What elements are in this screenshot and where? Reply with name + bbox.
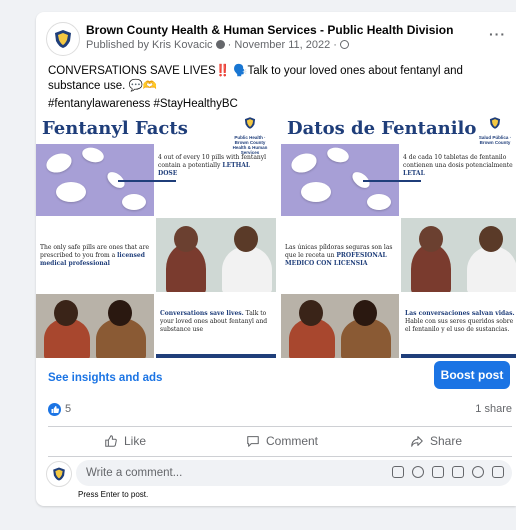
arrow-en xyxy=(118,180,176,182)
info-icon[interactable] xyxy=(215,40,225,49)
fentanyl-facts-en: Fentanyl Facts Public Health · Brown Cou… xyxy=(36,114,276,358)
shield-icon xyxy=(53,467,65,481)
comment-button[interactable]: Comment xyxy=(246,434,318,448)
divider xyxy=(48,426,512,427)
like-button[interactable]: Like xyxy=(104,434,146,448)
post-header: Brown County Health & Human Services - P… xyxy=(46,22,506,62)
post-meta: Published by Kris Kovacic · November 11,… xyxy=(86,39,349,51)
post-date[interactable]: November 11, 2022 xyxy=(234,39,330,51)
doctor-photo-es xyxy=(401,218,516,292)
reactions-row: 5 1 share xyxy=(48,402,512,422)
shield-icon xyxy=(244,117,256,129)
shield-icon xyxy=(55,30,71,48)
globe-icon xyxy=(340,40,349,49)
arrow-es xyxy=(363,180,421,182)
share-button[interactable]: Share xyxy=(410,434,462,448)
teens-photo-es xyxy=(281,294,399,358)
teens-photo-en xyxy=(36,294,154,358)
image-title-en: Fentanyl Facts xyxy=(42,118,188,139)
fact2-es: Las únicas píldoras seguras son las que … xyxy=(285,244,393,267)
post-image[interactable]: Fentanyl Facts Public Health · Brown Cou… xyxy=(36,114,516,358)
comment-input[interactable]: Write a comment... xyxy=(76,460,512,486)
logo-text-en: Public Health · Brown County Health & Hu… xyxy=(232,135,268,155)
page-avatar[interactable] xyxy=(46,22,80,56)
logo-text-es: Salud Pública · Brown County xyxy=(478,135,512,145)
post-actions: Like Comment Share xyxy=(48,430,512,454)
doctor-photo-en xyxy=(156,218,276,292)
fact1-en: 4 out of every 10 pills with fentanyl co… xyxy=(158,154,267,177)
post-text: CONVERSATIONS SAVE LIVES‼️ 🗣️Talk to you… xyxy=(48,64,506,112)
post-hashtags[interactable]: #fentanylawareness #StayHealthyBC xyxy=(48,97,506,112)
sticker-icon[interactable] xyxy=(472,466,484,478)
enter-hint: Press Enter to post. xyxy=(78,490,149,499)
gif-icon[interactable] xyxy=(452,466,464,478)
commenter-avatar[interactable] xyxy=(46,461,72,487)
camera-icon[interactable] xyxy=(432,466,444,478)
share-count[interactable]: 1 share xyxy=(475,403,512,415)
insights-row: See insights and ads Boost post xyxy=(36,358,516,398)
post-card: Brown County Health & Human Services - P… xyxy=(36,12,516,506)
boost-post-button[interactable]: Boost post xyxy=(434,361,510,389)
comment-composer: Write a comment... xyxy=(46,460,512,487)
published-by[interactable]: Published by Kris Kovacic xyxy=(86,39,213,51)
fact3-es: Las conversaciones salvan vidas. Hable c… xyxy=(405,310,515,333)
logo-es: Salud Pública · Brown County xyxy=(477,116,513,146)
share-label: Share xyxy=(430,434,463,448)
logo-en: Public Health · Brown County Health & Hu… xyxy=(232,116,268,155)
fact3-en: Conversations save lives. Talk to your l… xyxy=(160,310,268,333)
comment-icon xyxy=(247,436,259,447)
see-insights-link[interactable]: See insights and ads xyxy=(48,372,162,384)
image-title-es: Datos de Fentanilo xyxy=(287,118,477,139)
like-reaction-icon[interactable] xyxy=(48,403,61,416)
shield-icon xyxy=(489,117,501,129)
fentanyl-facts-es: Datos de Fentanilo Salud Pública · Brown… xyxy=(281,114,516,358)
share-icon xyxy=(411,436,423,447)
comment-placeholder: Write a comment... xyxy=(86,467,183,479)
composer-tools xyxy=(392,466,504,478)
thumbs-up-icon xyxy=(105,435,117,447)
comment-label: Comment xyxy=(266,434,319,448)
page-name-link[interactable]: Brown County Health & Human Services - P… xyxy=(86,23,453,37)
avatar-sticker-icon[interactable] xyxy=(392,466,404,478)
frame-icon[interactable] xyxy=(492,466,504,478)
reaction-count[interactable]: 5 xyxy=(65,403,71,415)
fact1-es: 4 de cada 10 tabletas de fentanilo conti… xyxy=(403,154,513,177)
fact2-en: The only safe pills are ones that are pr… xyxy=(40,244,150,267)
more-options-button[interactable]: ··· xyxy=(489,26,506,42)
post-text-line1: CONVERSATIONS SAVE LIVES‼️ 🗣️Talk to you… xyxy=(48,65,463,92)
like-label: Like xyxy=(124,434,147,448)
emoji-icon[interactable] xyxy=(412,466,424,478)
divider xyxy=(48,456,512,457)
